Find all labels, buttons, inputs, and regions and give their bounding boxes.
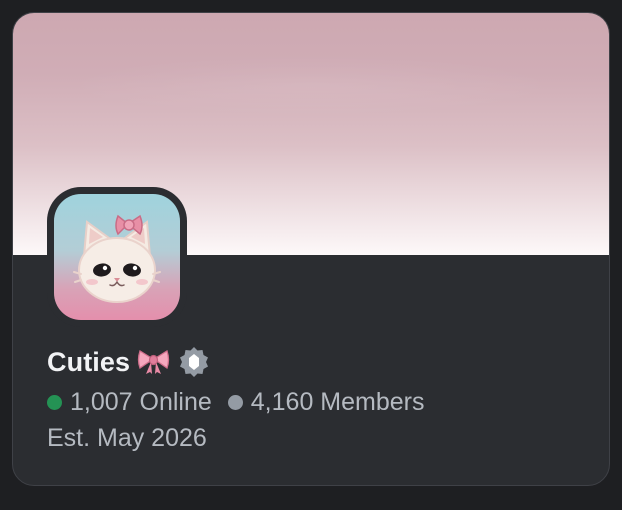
cat-icon bbox=[73, 214, 161, 303]
server-name-row: Cuties bbox=[47, 343, 589, 381]
server-info: Cuties 1,007 Online 4,160 Members Est. M… bbox=[47, 343, 589, 454]
online-count: 1,007 Online bbox=[70, 387, 212, 416]
discoverable-badge-icon[interactable] bbox=[177, 345, 211, 379]
member-count: 4,160 Members bbox=[250, 387, 425, 416]
server-avatar[interactable] bbox=[54, 194, 180, 320]
members-dot bbox=[227, 394, 243, 410]
server-profile-card: Cuties 1,007 Online 4,160 Members Est. M… bbox=[12, 12, 610, 486]
established-date: Est. May 2026 bbox=[47, 424, 207, 452]
server-avatar-frame bbox=[47, 187, 187, 327]
server-stats: 1,007 Online 4,160 Members bbox=[47, 386, 589, 418]
ribbon-bow-icon bbox=[137, 349, 170, 375]
server-name: Cuties bbox=[47, 346, 131, 377]
online-status-dot bbox=[47, 394, 62, 410]
